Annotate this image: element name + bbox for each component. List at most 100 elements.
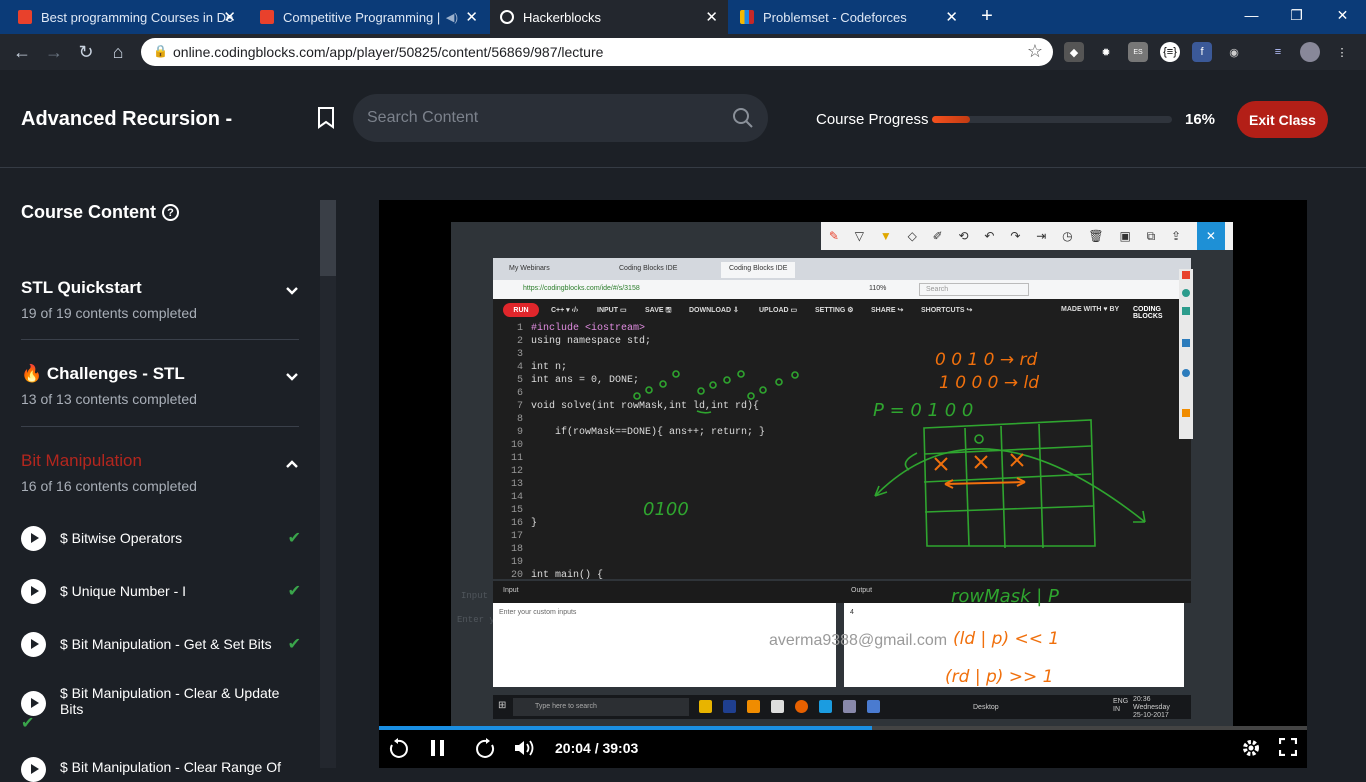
playback-time: 20:04 / 39:03	[555, 740, 639, 756]
player-controls: 20:04 / 39:03	[379, 730, 1307, 768]
divider	[21, 339, 299, 340]
search-input[interactable]	[367, 106, 717, 130]
chevron-down-icon[interactable]	[285, 372, 299, 382]
course-progress-label: Course Progress	[816, 111, 929, 128]
section-title-row: 🔥 Challenges - STL	[21, 364, 299, 384]
ink-ld-expression: (ld | p) << 1	[953, 629, 1059, 649]
playlist-icon[interactable]: ≡	[1268, 42, 1288, 62]
tab-title: Best programming Courses in De	[41, 9, 234, 25]
mute-icon[interactable]: ◀)	[446, 11, 458, 24]
check-icon: ✔	[287, 583, 301, 600]
lecture-item[interactable]: $ Bit Manipulation - Clear & Update Bits…	[21, 683, 301, 732]
course-content-title: Course Content	[21, 202, 156, 222]
close-tab-icon[interactable]: ✕	[705, 8, 718, 26]
lecture-title: $ Bit Manipulation - Get & Set Bits	[60, 636, 272, 652]
codingblocks-favicon-icon	[18, 10, 32, 24]
bookmark-icon[interactable]	[317, 107, 335, 129]
check-icon: ✔	[21, 715, 35, 732]
section-progress: 13 of 13 contents completed	[21, 391, 197, 407]
section-title: STL Quickstart	[21, 278, 142, 297]
lecture-item[interactable]: $ Unique Number - I ✔	[21, 577, 301, 605]
incognito-icon[interactable]: ◉	[1224, 42, 1244, 62]
section-progress: 19 of 19 contents completed	[21, 305, 197, 321]
check-icon: ✔	[287, 530, 301, 547]
json-extension-icon[interactable]: {≡}	[1160, 42, 1180, 62]
play-icon[interactable]	[21, 526, 46, 551]
play-icon[interactable]	[21, 632, 46, 657]
bookmark-star-icon[interactable]: ☆	[1027, 41, 1043, 62]
fire-icon: 🔥	[21, 364, 47, 383]
home-icon[interactable]: ⌂	[106, 40, 130, 64]
play-icon[interactable]	[21, 579, 46, 604]
forward-icon[interactable]	[475, 738, 497, 760]
play-icon[interactable]	[21, 757, 46, 782]
page-title: Advanced Recursion -	[21, 108, 233, 130]
reload-icon[interactable]: ↻	[74, 40, 98, 64]
section-stl-quickstart[interactable]: STL Quickstart 19 of 19 contents complet…	[21, 278, 299, 321]
fullscreen-icon[interactable]	[1279, 738, 1297, 756]
restore-button[interactable]: ❐	[1274, 0, 1319, 30]
sidebar-scrollbar[interactable]	[320, 200, 336, 768]
minimize-button[interactable]: —	[1229, 0, 1274, 30]
tab-title: Competitive Programming |	[283, 9, 441, 25]
facebook-extension-icon[interactable]: f	[1192, 42, 1212, 62]
profile-avatar[interactable]	[1300, 42, 1320, 62]
course-progress-percent: 16%	[1185, 111, 1216, 128]
back-arrow-icon[interactable]: ←	[10, 40, 34, 64]
chevron-down-icon[interactable]	[285, 286, 299, 296]
browser-tab[interactable]: Problemset - Codeforces ✕	[730, 0, 968, 34]
tab-title: Hackerblocks	[523, 9, 602, 25]
ink-row2: 1 0 0 0 → ld	[939, 373, 1039, 393]
search-box	[353, 94, 768, 142]
video-player[interactable]: 3610131619 InputEnter yo ✎ ▽ ▼ ◇ ✐ ⟲ ↶ ↷…	[379, 200, 1307, 768]
browser-tab-bar: Best programming Courses in De ✕ Competi…	[0, 0, 1366, 34]
section-title: Bit Manipulation	[21, 451, 142, 470]
lecture-item[interactable]: $ Bit Manipulation - Clear Range Of	[21, 753, 301, 782]
course-sidebar: Course Content ? STL Quickstart 19 of 19…	[0, 169, 320, 782]
url-field[interactable]: 🔒 online.codingblocks.com/app/player/508…	[141, 38, 1053, 66]
volume-icon[interactable]	[513, 738, 535, 758]
browser-tab[interactable]: Best programming Courses in De ✕	[8, 0, 246, 34]
browser-tab[interactable]: Competitive Programming | ◀) ✕	[250, 0, 488, 34]
close-tab-icon[interactable]: ✕	[223, 8, 236, 26]
course-progress-bar	[932, 116, 1172, 123]
close-tab-icon[interactable]: ✕	[945, 8, 958, 26]
codeforces-favicon-icon	[740, 10, 754, 24]
lecture-title: $ Bit Manipulation - Clear Range Of	[60, 759, 281, 775]
course-progress-fill	[932, 116, 971, 123]
ink-annotations: 0100 P = 0 1 0 0 rowMask | P 0 0 1 0 → r…	[633, 350, 1146, 687]
section-title: Challenges - STL	[46, 364, 185, 383]
ink-rd-expression: (rd | p) >> 1	[945, 667, 1053, 687]
ink-p-label: P = 0 1 0 0	[873, 400, 973, 421]
menu-icon[interactable]: ⋮	[1332, 42, 1352, 62]
gear-extension-icon[interactable]: ✹	[1096, 42, 1116, 62]
url-text: online.codingblocks.com/app/player/50825…	[173, 44, 604, 60]
window-close-button[interactable]: ✕	[1320, 0, 1365, 30]
tab-title: Problemset - Codeforces	[763, 9, 907, 25]
section-challenges-stl[interactable]: 🔥 Challenges - STL 13 of 13 contents com…	[21, 364, 299, 407]
ink-row1: 0 0 1 0 → rd	[935, 350, 1038, 370]
new-tab-button[interactable]: +	[976, 6, 998, 28]
settings-gear-icon[interactable]	[1241, 738, 1261, 758]
scrollbar-thumb[interactable]	[320, 200, 336, 276]
lecture-item[interactable]: $ Bit Manipulation - Get & Set Bits ✔	[21, 630, 301, 658]
pause-icon[interactable]	[429, 738, 447, 758]
address-bar: ← → ↻ ⌂ 🔒 online.codingblocks.com/app/pl…	[0, 34, 1366, 70]
lecture-item[interactable]: $ Bitwise Operators ✔	[21, 524, 301, 552]
forward-arrow-icon[interactable]: →	[42, 40, 66, 64]
chevron-up-icon[interactable]	[285, 459, 299, 469]
help-icon[interactable]: ?	[162, 204, 179, 221]
search-icon[interactable]	[732, 107, 754, 129]
close-tab-icon[interactable]: ✕	[465, 8, 478, 26]
ink-rowmask-label: rowMask | P	[951, 586, 1059, 607]
section-progress: 16 of 16 contents completed	[21, 478, 197, 494]
exit-class-button[interactable]: Exit Class	[1237, 101, 1328, 138]
course-content-heading: Course Content ?	[21, 202, 179, 223]
ink-bits-text: 0100	[643, 499, 689, 520]
es-extension-icon[interactable]: ES	[1128, 42, 1148, 62]
rewind-icon[interactable]	[387, 738, 409, 760]
player-header: Advanced Recursion - Course Progress 16%…	[0, 70, 1366, 168]
section-bit-manipulation[interactable]: Bit Manipulation 16 of 16 contents compl…	[21, 451, 299, 494]
browser-tab-active[interactable]: Hackerblocks ✕	[490, 0, 728, 34]
extension-icon[interactable]: ◆	[1064, 42, 1084, 62]
